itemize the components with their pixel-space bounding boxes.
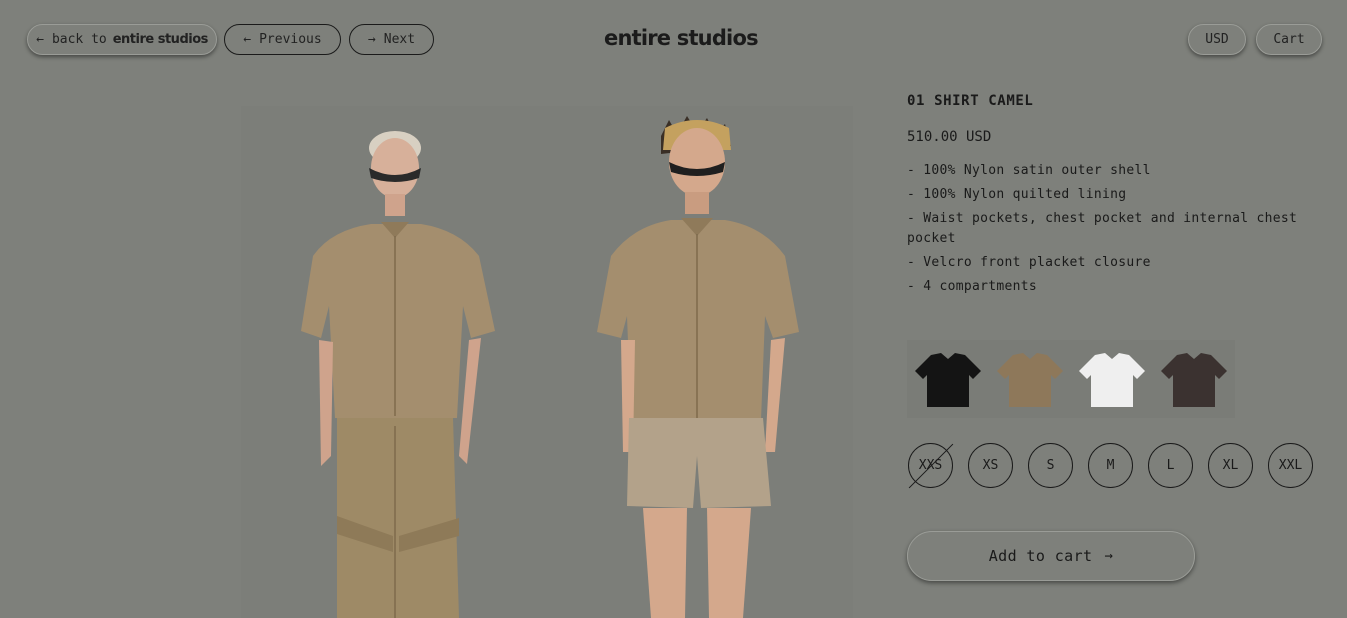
back-brand-label: entire studios [112,32,209,47]
size-option-s[interactable]: S [1028,443,1073,488]
add-to-cart-label: Add to cart [988,547,1093,565]
color-swatch-black[interactable] [907,340,989,418]
back-to-brand-button[interactable]: ← back to entire studios [27,24,217,55]
arrow-right-icon: → [1104,548,1114,564]
product-photo[interactable] [241,106,853,618]
product-price: 510.00 USD [907,129,992,145]
shirt-icon [915,353,981,407]
next-label: Next [383,32,416,47]
product-description: - 100% Nylon satin outer shell - 100% Ny… [907,161,1307,297]
size-selector: XXS XS S M L XL XXL [908,443,1313,488]
brand-logo[interactable]: entire studios [604,26,759,50]
previous-button[interactable]: ← Previous [224,24,341,55]
color-swatches [907,340,1235,418]
arrow-right-icon: → [367,32,376,47]
color-swatch-white[interactable] [1071,340,1153,418]
description-item: - 4 compartments [907,279,1038,294]
next-button[interactable]: → Next [349,24,434,55]
arrow-left-icon: ← [36,32,44,47]
shirt-icon [1161,353,1227,407]
female-model-figure [301,131,495,618]
male-model-figure [597,116,799,618]
color-swatch-brown[interactable] [1153,340,1235,418]
size-option-xs[interactable]: XS [968,443,1013,488]
size-option-xl[interactable]: XL [1208,443,1253,488]
cart-label: Cart [1273,32,1305,47]
description-item: - 100% Nylon satin outer shell [907,163,1151,178]
size-option-l[interactable]: L [1148,443,1193,488]
description-item: - Velcro front placket closure [907,255,1151,270]
description-item: - Waist pockets, chest pocket and intern… [907,211,1298,246]
previous-label: Previous [259,32,322,47]
description-item: - 100% Nylon quilted lining [907,187,1127,202]
add-to-cart-button[interactable]: Add to cart → [907,531,1195,581]
cart-button[interactable]: Cart [1256,24,1322,55]
product-title: 01 SHIRT CAMEL [907,93,1034,109]
size-option-m[interactable]: M [1088,443,1133,488]
currency-label: USD [1205,32,1229,47]
size-option-xxs[interactable]: XXS [908,443,953,488]
back-label: back to [51,32,107,47]
models-illustration [301,116,799,618]
product-info: 01 SHIRT CAMEL 510.00 USD - 100% Nylon s… [907,93,1307,301]
shirt-icon [997,353,1063,407]
arrow-left-icon: ← [243,32,252,47]
currency-button[interactable]: USD [1188,24,1246,55]
color-swatch-camel[interactable] [989,340,1071,418]
shirt-icon [1079,353,1145,407]
size-option-xxl[interactable]: XXL [1268,443,1313,488]
